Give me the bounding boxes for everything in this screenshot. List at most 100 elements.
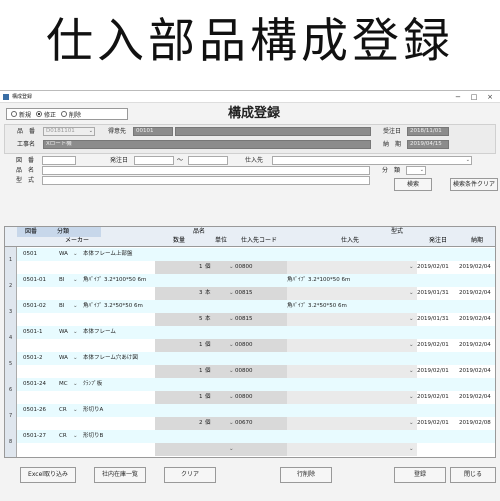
qty-cell[interactable]: 1 bbox=[199, 341, 203, 349]
qty-cell[interactable]: 2 bbox=[199, 419, 203, 427]
row-number[interactable]: 1 bbox=[9, 257, 12, 263]
unit-cell[interactable]: 個 bbox=[205, 263, 211, 271]
type-search-input[interactable] bbox=[42, 176, 370, 185]
chevron-down-icon[interactable]: ⌄ bbox=[73, 432, 78, 440]
name-cell[interactable]: 形切りA bbox=[83, 406, 103, 414]
order-date-cell[interactable]: 2019/02/01 bbox=[417, 393, 449, 401]
qty-cell[interactable]: 1 bbox=[199, 393, 203, 401]
delete-row-button[interactable]: 行削除 bbox=[280, 467, 332, 483]
close-window-button[interactable]: × bbox=[482, 91, 498, 103]
class-cell[interactable]: BI bbox=[59, 302, 64, 310]
class-cell[interactable]: WA bbox=[59, 354, 68, 362]
supplier-search-select[interactable]: ⌄ bbox=[272, 156, 472, 165]
chevron-down-icon[interactable]: ⌄ bbox=[229, 341, 234, 349]
chevron-down-icon[interactable]: ⌄ bbox=[409, 367, 414, 375]
order-date-field[interactable]: 2018/11/01 bbox=[407, 127, 449, 136]
drawing-cell[interactable]: 0501-1 bbox=[23, 328, 42, 336]
due-date-cell[interactable]: 2019/02/04 bbox=[459, 393, 491, 401]
clear-button[interactable]: クリア bbox=[164, 467, 216, 483]
chevron-down-icon[interactable]: ⌄ bbox=[73, 354, 78, 362]
row-number[interactable]: 7 bbox=[9, 413, 12, 419]
unit-cell[interactable]: 本 bbox=[205, 289, 211, 297]
class-cell[interactable]: CR bbox=[59, 406, 67, 414]
drawing-search-input[interactable] bbox=[42, 156, 76, 165]
minimize-button[interactable]: − bbox=[450, 91, 466, 103]
drawing-cell[interactable]: 0501-27 bbox=[23, 432, 46, 440]
register-button[interactable]: 登録 bbox=[394, 467, 446, 483]
stock-list-button[interactable]: 社内在庫一覧 bbox=[94, 467, 146, 483]
work-name-field[interactable]: Xロート機 bbox=[43, 140, 371, 149]
chevron-down-icon[interactable]: ⌄ bbox=[73, 328, 78, 336]
shipto-code-field[interactable]: 00101 bbox=[133, 127, 173, 136]
order-date-cell[interactable]: 2019/02/01 bbox=[417, 263, 449, 271]
close-button[interactable]: 閉じる bbox=[450, 467, 496, 483]
chevron-down-icon[interactable]: ⌄ bbox=[229, 419, 234, 427]
chevron-down-icon[interactable]: ⌄ bbox=[409, 419, 414, 427]
table-row[interactable]: 0501-02 BI ⌄ 角ﾊﾟｲﾌﾟ 3.2*50*50 6m 角ﾊﾟｲﾌﾟ 3.2*… bbox=[17, 300, 495, 326]
order-date-cell[interactable]: 2019/01/31 bbox=[417, 315, 449, 323]
order-date-from-input[interactable] bbox=[134, 156, 174, 165]
due-date-cell[interactable]: 2019/02/04 bbox=[459, 263, 491, 271]
unit-cell[interactable]: 個 bbox=[205, 393, 211, 401]
chevron-down-icon[interactable]: ⌄ bbox=[73, 380, 78, 388]
qty-cell[interactable]: 3 bbox=[199, 289, 203, 297]
class-cell[interactable]: CR bbox=[59, 432, 67, 440]
part-no-field[interactable]: D0181101 ⌄ bbox=[43, 127, 95, 136]
chevron-down-icon[interactable]: ⌄ bbox=[409, 289, 414, 297]
unit-cell[interactable]: 個 bbox=[205, 341, 211, 349]
name-cell[interactable]: 形切りB bbox=[83, 432, 103, 440]
mode-new-radio[interactable]: 新規 bbox=[11, 110, 31, 119]
supplier-code-cell[interactable]: 00815 bbox=[235, 289, 253, 297]
row-number[interactable]: 5 bbox=[9, 361, 12, 367]
drawing-cell[interactable]: 0501-26 bbox=[23, 406, 46, 414]
name-search-input[interactable] bbox=[42, 166, 370, 175]
table-row[interactable]: 0501 WA ⌄ 本体フレーム上部盤 1 個 ⌄ 00800 ⌄ 2019/02/01 2019/… bbox=[17, 248, 495, 274]
chevron-down-icon[interactable]: ⌄ bbox=[73, 406, 78, 414]
table-row[interactable]: 0501-01 BI ⌄ 角ﾊﾟｲﾌﾟ 3.2*100*50 6m 角ﾊﾟｲﾌﾟ 3.2… bbox=[17, 274, 495, 300]
search-button[interactable]: 検索 bbox=[394, 178, 432, 191]
name-cell[interactable]: ｸﾗﾝﾌﾟ板 bbox=[83, 380, 102, 388]
chevron-down-icon[interactable]: ⌄ bbox=[229, 445, 234, 453]
class-cell[interactable]: WA bbox=[59, 250, 68, 258]
type-cell[interactable]: 角ﾊﾟｲﾌﾟ 3.2*100*50 6m bbox=[287, 276, 350, 284]
due-date-cell[interactable]: 2019/02/04 bbox=[459, 367, 491, 375]
chevron-down-icon[interactable]: ⌄ bbox=[409, 341, 414, 349]
chevron-down-icon[interactable]: ⌄ bbox=[73, 302, 78, 310]
class-search-select[interactable]: ⌄ bbox=[406, 166, 426, 175]
drawing-cell[interactable]: 0501-2 bbox=[23, 354, 42, 362]
due-date-cell[interactable]: 2019/02/08 bbox=[459, 419, 491, 427]
class-cell[interactable]: WA bbox=[59, 328, 68, 336]
chevron-down-icon[interactable]: ⌄ bbox=[229, 289, 234, 297]
row-number[interactable]: 8 bbox=[9, 439, 12, 445]
table-row[interactable]: 0501-2 WA ⌄ 本体フレーム穴あけ図 1 個 ⌄ 00800 ⌄ 2019/02/01 20… bbox=[17, 352, 495, 378]
order-date-cell[interactable]: 2019/02/01 bbox=[417, 419, 449, 427]
order-date-cell[interactable]: 2019/01/31 bbox=[417, 289, 449, 297]
table-row[interactable]: 0501-26 CR ⌄ 形切りA 2 個 ⌄ 00670 ⌄ 2019/02/01 2019/02… bbox=[17, 404, 495, 430]
class-cell[interactable]: BI bbox=[59, 276, 64, 284]
name-cell[interactable]: 角ﾊﾟｲﾌﾟ 3.2*100*50 6m bbox=[83, 276, 146, 284]
qty-cell[interactable]: 5 bbox=[199, 315, 203, 323]
mode-edit-radio[interactable]: 修正 bbox=[36, 110, 56, 119]
name-cell[interactable]: 角ﾊﾟｲﾌﾟ 3.2*50*50 6m bbox=[83, 302, 143, 310]
supplier-code-cell[interactable]: 00800 bbox=[235, 341, 253, 349]
chevron-down-icon[interactable]: ⌄ bbox=[409, 315, 414, 323]
due-date-cell[interactable]: 2019/02/04 bbox=[459, 341, 491, 349]
maximize-button[interactable]: □ bbox=[466, 91, 482, 103]
order-date-to-input[interactable] bbox=[188, 156, 228, 165]
type-cell[interactable]: 角ﾊﾟｲﾌﾟ 3.2*50*50 6m bbox=[287, 302, 347, 310]
supplier-code-cell[interactable]: 00670 bbox=[235, 419, 253, 427]
row-number[interactable]: 3 bbox=[9, 309, 12, 315]
chevron-down-icon[interactable]: ⌄ bbox=[229, 315, 234, 323]
drawing-cell[interactable]: 0501 bbox=[23, 250, 37, 258]
supplier-code-cell[interactable]: 00815 bbox=[235, 315, 253, 323]
row-number[interactable]: 4 bbox=[9, 335, 12, 341]
drawing-cell[interactable]: 0501-24 bbox=[23, 380, 46, 388]
drawing-cell[interactable]: 0501-01 bbox=[23, 276, 46, 284]
table-row[interactable]: 0501-27 CR ⌄ 形切りB ⌄ ⌄ bbox=[17, 430, 495, 456]
due-date-cell[interactable]: 2019/02/04 bbox=[459, 315, 491, 323]
supplier-code-cell[interactable]: 00800 bbox=[235, 367, 253, 375]
table-row[interactable]: 0501-1 WA ⌄ 本体フレーム 1 個 ⌄ 00800 ⌄ 2019/02/01 2019/0… bbox=[17, 326, 495, 352]
class-cell[interactable]: MC bbox=[59, 380, 68, 388]
name-cell[interactable]: 本体フレーム穴あけ図 bbox=[83, 354, 138, 362]
chevron-down-icon[interactable]: ⌄ bbox=[73, 250, 78, 258]
